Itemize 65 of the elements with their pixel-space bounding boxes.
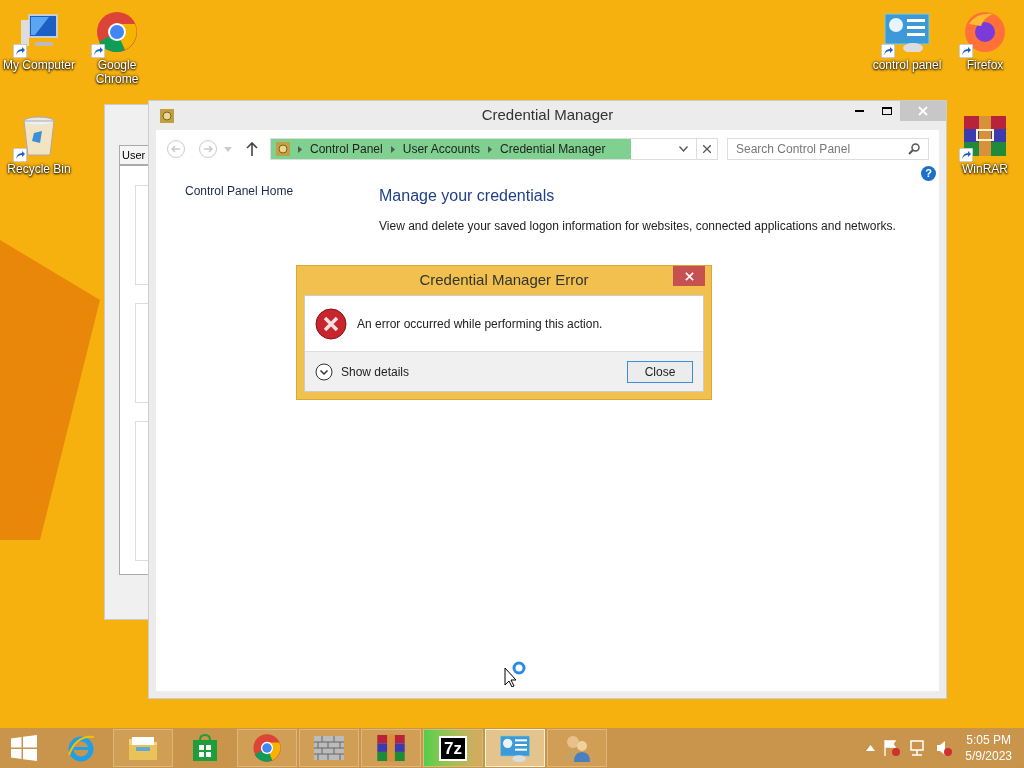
- help-icon[interactable]: ?: [921, 166, 936, 181]
- clear-icon[interactable]: [703, 145, 711, 153]
- clock-date[interactable]: 5/9/2023: [965, 748, 1012, 764]
- taskbar-button[interactable]: [361, 729, 421, 767]
- back-icon[interactable]: [166, 139, 186, 159]
- shortcut-arrow-icon: [881, 44, 895, 58]
- winrar-icon: [376, 733, 406, 763]
- control-panel-icon: [883, 12, 931, 52]
- error-icon: [315, 307, 347, 340]
- clock-time[interactable]: 5:05 PM: [966, 732, 1011, 748]
- dialog-title: Credential Manager Error: [419, 270, 589, 291]
- chevron-right-icon: [488, 145, 493, 153]
- breadcrumb-item[interactable]: Credential Manager: [500, 140, 606, 158]
- close-icon: [918, 106, 928, 116]
- flag-icon[interactable]: [883, 739, 902, 757]
- taskbar-button[interactable]: [113, 729, 173, 767]
- taskbar-button[interactable]: 7z: [423, 729, 483, 767]
- windows-logo-icon[interactable]: [11, 735, 37, 761]
- folder-icon: [128, 735, 158, 761]
- show-details-toggle[interactable]: Show details: [341, 362, 410, 381]
- error-message: An error occurred while performing this action.: [357, 315, 603, 333]
- taskbar-button[interactable]: [547, 729, 607, 767]
- chevron-right-icon: [298, 145, 302, 153]
- forward-icon[interactable]: [198, 139, 218, 159]
- breadcrumb-item[interactable]: User Accounts: [402, 140, 481, 158]
- close-button[interactable]: [673, 266, 705, 286]
- volume-muted-icon[interactable]: [935, 739, 954, 757]
- address-bar[interactable]: Control Panel User Accounts Credential Manager: [270, 138, 718, 160]
- firefox-icon: [963, 10, 1007, 54]
- sidebar-link[interactable]: Control Panel Home: [185, 182, 379, 200]
- dialog-button[interactable]: Close: [627, 360, 693, 383]
- search-field[interactable]: Search Control Panel: [727, 138, 929, 160]
- page-heading: Manage your credentials: [379, 186, 556, 206]
- vault-icon: [160, 108, 174, 123]
- chevron-down-icon[interactable]: [679, 146, 688, 152]
- close-icon: [684, 271, 694, 281]
- shortcut-arrow-icon: [13, 44, 27, 58]
- breadcrumb-item[interactable]: Control Panel: [310, 140, 383, 158]
- tab[interactable]: User: [119, 145, 149, 165]
- busy-cursor-icon: [504, 661, 528, 687]
- shortcut-arrow-icon: [959, 148, 973, 162]
- up-arrow-icon[interactable]: [246, 142, 258, 156]
- brick-wall-icon: [314, 736, 344, 760]
- users-icon: [562, 733, 592, 763]
- shortcut-arrow-icon: [91, 44, 105, 58]
- vault-icon: [276, 142, 290, 156]
- taskbar-button[interactable]: [237, 729, 297, 767]
- search-icon: [908, 143, 920, 155]
- winrar-icon: [962, 114, 1008, 158]
- dropdown-icon[interactable]: [224, 146, 232, 152]
- seven-zip-icon: 7z: [439, 735, 467, 761]
- shortcut-arrow-icon: [13, 148, 27, 162]
- chrome-icon: [252, 733, 282, 763]
- recycle-bin-icon: [22, 115, 56, 157]
- window-title: Credential Manager: [481, 105, 614, 126]
- chrome-icon: [95, 10, 139, 54]
- internet-explorer-icon: [66, 733, 96, 763]
- store-icon: [192, 734, 218, 762]
- chevron-up-icon[interactable]: [866, 745, 876, 751]
- control-panel-icon: [499, 734, 531, 762]
- page-description: View and delete your saved logon information for websites, connected applications and networks.: [379, 218, 896, 235]
- chevron-right-icon: [390, 145, 395, 153]
- expand-icon[interactable]: [315, 362, 333, 381]
- shortcut-arrow-icon: [959, 44, 973, 58]
- taskbar-button[interactable]: [485, 729, 545, 767]
